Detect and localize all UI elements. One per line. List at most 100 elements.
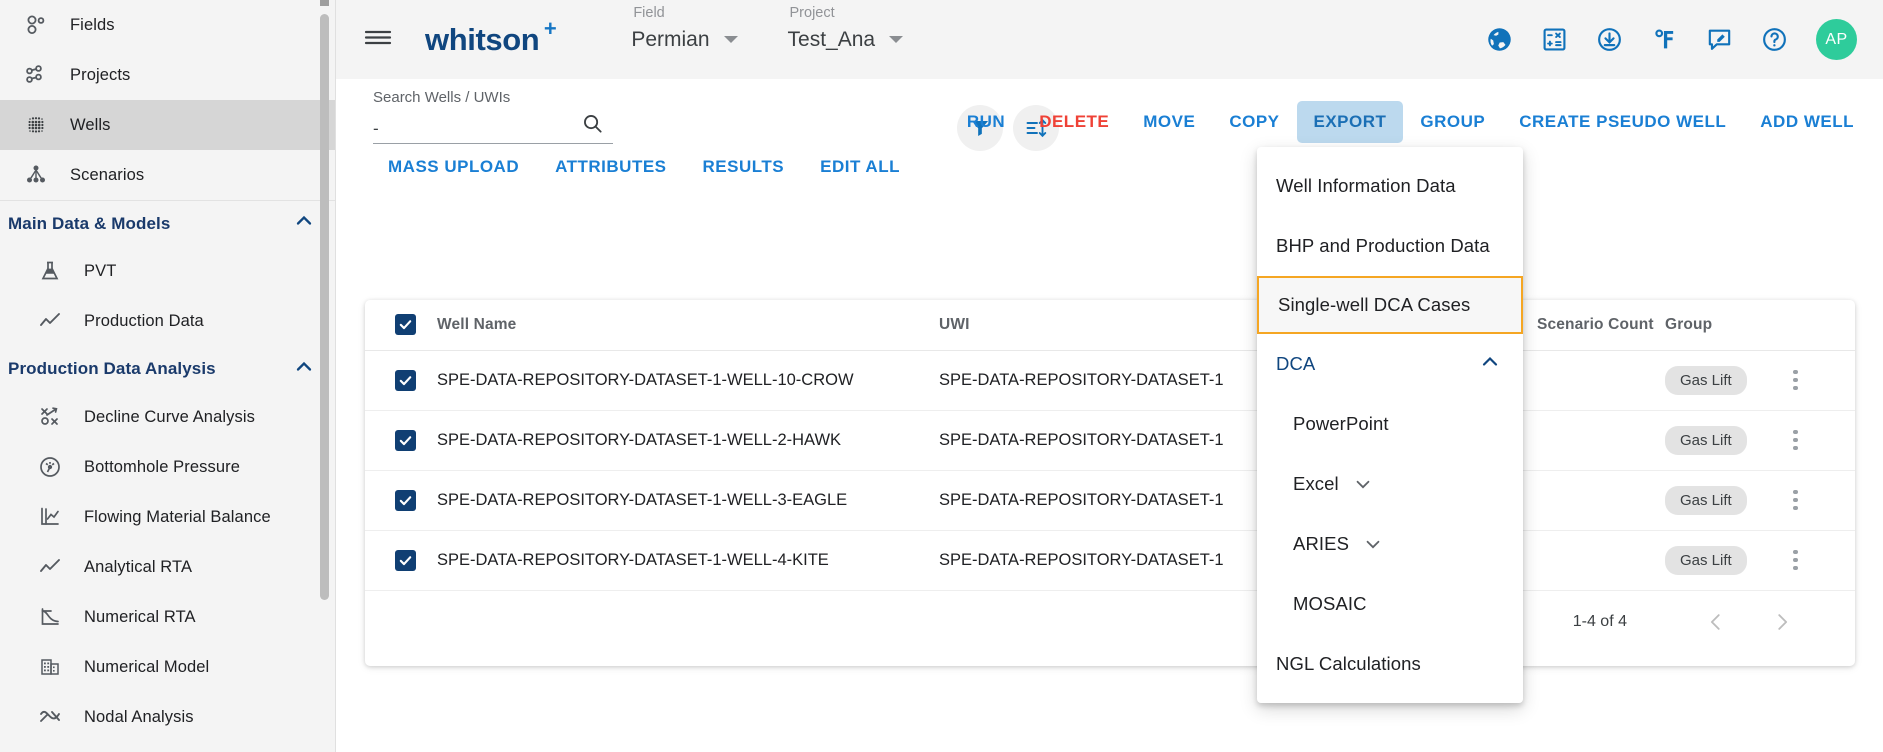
menu-item-mosaic[interactable]: MOSAIC: [1257, 574, 1523, 634]
chevron-left-icon[interactable]: [1683, 611, 1749, 633]
nodal-icon: [28, 705, 72, 729]
sidebar-item-scenarios[interactable]: Scenarios: [0, 150, 335, 200]
sidebar-item-nodal-analysis[interactable]: Nodal Analysis: [0, 692, 335, 742]
feedback-icon[interactable]: [1706, 26, 1733, 53]
chevron-right-icon[interactable]: [1749, 611, 1815, 633]
sidebar-item-label: Fields: [70, 15, 115, 34]
sidebar-item-label: Flowing Material Balance: [84, 507, 271, 526]
menu-item-bhp-and-production-data[interactable]: BHP and Production Data: [1257, 216, 1523, 276]
cell-group: Gas Lift: [1665, 410, 1793, 471]
tab-edit-all[interactable]: EDIT ALL: [802, 147, 918, 187]
action-buttons: RUN DELETE MOVE COPY EXPORT GROUP CREATE…: [950, 101, 1871, 143]
cell-row-menu: [1793, 350, 1855, 411]
search-label: Search Wells / UWIs: [373, 89, 511, 106]
wells-tabs: MASS UPLOAD ATTRIBUTES RESULTS EDIT ALL: [336, 147, 918, 187]
copy-button[interactable]: COPY: [1212, 101, 1296, 143]
table-row[interactable]: SPE-DATA-REPOSITORY-DATASET-1-WELL-2-HAW…: [365, 410, 1855, 471]
export-button[interactable]: EXPORT: [1296, 101, 1404, 143]
row-menu-icon[interactable]: [1793, 429, 1855, 451]
project-label: Project: [789, 4, 835, 21]
main-content: Search Wells / UWIs - RUN DELETE MOVE CO…: [336, 79, 1883, 752]
menu-group-dca[interactable]: DCA: [1257, 334, 1523, 394]
search-field-wrap[interactable]: Search Wells / UWIs -: [373, 89, 613, 144]
search-value: -: [373, 119, 379, 138]
sidebar-item-label: Projects: [70, 65, 131, 84]
chevron-down-icon[interactable]: [723, 36, 738, 43]
sidebar-item-label: Wells: [70, 115, 111, 134]
row-checkbox-cell: [365, 470, 437, 531]
row-checkbox[interactable]: [395, 429, 416, 451]
sidebar-scroll-arrow[interactable]: [320, 0, 329, 6]
group-button[interactable]: GROUP: [1403, 101, 1502, 143]
sidebar-item-analytical-rta[interactable]: Analytical RTA: [0, 542, 335, 592]
column-header-well-name[interactable]: Well Name: [437, 300, 939, 351]
sidebar-scrollbar-thumb[interactable]: [320, 14, 329, 600]
move-button[interactable]: MOVE: [1126, 101, 1212, 143]
wells-table-card: Well Name UWI Data Scenario Count Group: [365, 300, 1855, 666]
tab-results[interactable]: RESULTS: [685, 147, 803, 187]
menu-item-ngl-calculations[interactable]: NGL Calculations: [1257, 634, 1523, 694]
table-row[interactable]: SPE-DATA-REPOSITORY-DATASET-1-WELL-10-CR…: [365, 350, 1855, 411]
menu-item-aries[interactable]: ARIES: [1257, 514, 1523, 574]
sidebar-item-numerical-rta[interactable]: Numerical RTA: [0, 592, 335, 642]
cell-group: Gas Lift: [1665, 470, 1793, 531]
sidebar-item-pvt[interactable]: PVT: [0, 246, 335, 296]
hamburger-icon[interactable]: [363, 25, 393, 54]
sidebar-item-production-data[interactable]: Production Data: [0, 296, 335, 346]
field-selector[interactable]: Field Permian: [631, 5, 738, 52]
menu-item-powerpoint[interactable]: PowerPoint: [1257, 394, 1523, 454]
calculator-icon[interactable]: [1541, 26, 1568, 53]
run-button[interactable]: RUN: [950, 101, 1022, 143]
menu-item-well-information-data[interactable]: Well Information Data: [1257, 156, 1523, 216]
download-icon[interactable]: [1596, 26, 1623, 53]
building-grid-icon: [28, 655, 72, 679]
menu-item-single-well-dca-cases[interactable]: Single-well DCA Cases: [1257, 276, 1523, 334]
whitson-logo[interactable]: whitson +: [425, 16, 557, 58]
sidebar-section-production-data-analysis[interactable]: Production Data Analysis: [0, 346, 335, 392]
row-menu-icon[interactable]: [1793, 369, 1855, 391]
cell-row-menu: [1793, 410, 1855, 471]
select-all-checkbox[interactable]: [395, 314, 416, 336]
globe-icon[interactable]: [1486, 26, 1513, 53]
sidebar-item-wells[interactable]: Wells: [0, 100, 335, 150]
scenarios-icon: [14, 162, 58, 188]
temperature-fahrenheit-icon[interactable]: [1651, 26, 1678, 53]
row-checkbox[interactable]: [395, 489, 416, 511]
sidebar-item-fields[interactable]: Fields: [0, 0, 335, 50]
table-row[interactable]: SPE-DATA-REPOSITORY-DATASET-1-WELL-4-KIT…: [365, 530, 1855, 591]
menu-item-excel[interactable]: Excel: [1257, 454, 1523, 514]
logo-text: whitson: [425, 21, 540, 57]
sidebar-item-flowing-material-balance[interactable]: Flowing Material Balance: [0, 492, 335, 542]
column-header-group[interactable]: Group: [1665, 300, 1793, 351]
column-header-scenario-count[interactable]: Scenario Count: [1537, 300, 1665, 351]
sidebar-item-projects[interactable]: Projects: [0, 50, 335, 100]
delete-button[interactable]: DELETE: [1022, 101, 1126, 143]
chevron-down-icon[interactable]: [889, 36, 904, 43]
row-menu-icon[interactable]: [1793, 489, 1855, 511]
cell-scenario-count: [1537, 530, 1665, 591]
tab-mass-upload[interactable]: MASS UPLOAD: [370, 147, 537, 187]
search-input[interactable]: -: [373, 115, 613, 144]
chevron-up-icon: [293, 356, 315, 383]
table-row[interactable]: SPE-DATA-REPOSITORY-DATASET-1-WELL-3-EAG…: [365, 470, 1855, 531]
sidebar-item-decline-curve-analysis[interactable]: Decline Curve Analysis: [0, 392, 335, 442]
create-pseudo-well-button[interactable]: CREATE PSEUDO WELL: [1502, 101, 1743, 143]
row-checkbox[interactable]: [395, 549, 416, 571]
search-icon[interactable]: [581, 112, 604, 140]
cell-group: Gas Lift: [1665, 350, 1793, 411]
row-menu-icon[interactable]: [1793, 549, 1855, 571]
sidebar-item-bottomhole-pressure[interactable]: Bottomhole Pressure: [0, 442, 335, 492]
status-badge: Gas Lift: [1665, 485, 1747, 515]
sidebar-item-numerical-model[interactable]: Numerical Model: [0, 642, 335, 692]
sidebar-item-label: Decline Curve Analysis: [84, 407, 255, 426]
add-well-button[interactable]: ADD WELL: [1743, 101, 1871, 143]
row-checkbox[interactable]: [395, 369, 416, 391]
sidebar-item-label: Production Data: [84, 311, 204, 330]
header-icon-group: AP: [1486, 19, 1883, 60]
tab-attributes[interactable]: ATTRIBUTES: [537, 147, 684, 187]
help-icon[interactable]: [1761, 26, 1788, 53]
chevron-down-icon: [1363, 534, 1383, 554]
avatar[interactable]: AP: [1816, 19, 1857, 60]
project-selector[interactable]: Project Test_Ana: [788, 5, 904, 52]
sidebar-section-main-data[interactable]: Main Data & Models: [0, 200, 335, 246]
